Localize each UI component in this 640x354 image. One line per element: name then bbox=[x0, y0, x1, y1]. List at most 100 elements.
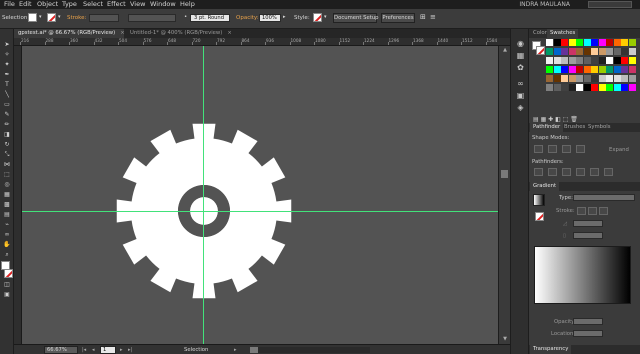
swatch-item[interactable] bbox=[576, 84, 583, 91]
swatch-item[interactable] bbox=[591, 66, 598, 73]
swatch-item[interactable] bbox=[553, 84, 561, 91]
swatch-item[interactable] bbox=[568, 57, 576, 64]
direct-selection-icon[interactable]: ✧ bbox=[2, 51, 12, 59]
swatch-item[interactable] bbox=[576, 66, 583, 73]
scroll-down-icon[interactable]: ▼ bbox=[502, 337, 508, 342]
type-tool-icon[interactable]: T bbox=[2, 81, 12, 89]
swatch-item[interactable] bbox=[583, 57, 591, 64]
swatch-item[interactable] bbox=[591, 39, 598, 46]
panel-stroke-swatch[interactable] bbox=[536, 46, 545, 55]
swatch-panel-icon[interactable]: ▦ bbox=[515, 51, 526, 61]
style-swatch[interactable] bbox=[313, 13, 322, 22]
menu-edit[interactable]: Edit bbox=[19, 0, 32, 9]
next-page-icon[interactable]: ▸ bbox=[120, 346, 123, 354]
align-icon[interactable]: ⊞ bbox=[420, 13, 426, 21]
swatch-item[interactable] bbox=[621, 39, 628, 46]
swatch-item[interactable] bbox=[613, 84, 621, 91]
swatch-item[interactable] bbox=[553, 48, 561, 55]
horizontal-scrollbar[interactable] bbox=[250, 347, 370, 353]
swatch-item[interactable] bbox=[606, 84, 613, 91]
crop-button[interactable] bbox=[576, 168, 585, 176]
rectangle-tool-icon[interactable]: ▭ bbox=[2, 101, 12, 109]
tool-status-label[interactable]: Selection bbox=[184, 346, 208, 354]
zoom-tool-icon[interactable]: ⌕ bbox=[2, 251, 12, 259]
scale-tool-icon[interactable]: ⤡ bbox=[2, 151, 12, 159]
swatch-item[interactable] bbox=[583, 39, 591, 46]
swatch-item[interactable] bbox=[598, 75, 606, 82]
fill-swatch[interactable] bbox=[28, 13, 37, 22]
chevron-down-icon[interactable]: ▾ bbox=[58, 14, 61, 20]
aspect-ratio-input[interactable] bbox=[573, 232, 603, 239]
swatch-item[interactable] bbox=[546, 48, 553, 55]
stroke-swatch[interactable] bbox=[47, 13, 56, 22]
swatch-item[interactable] bbox=[568, 66, 576, 73]
layers-panel-icon[interactable]: ◈ bbox=[515, 103, 526, 113]
swatch-library-icon[interactable]: ▤ ▦ ✚ ◧ ⬚ 🗑 bbox=[533, 116, 578, 123]
brush-dropdown[interactable]: 3 pt. Round bbox=[190, 14, 230, 22]
chevron-right-icon[interactable]: ▸ bbox=[234, 346, 237, 354]
tab-transparency[interactable]: Transparency bbox=[530, 345, 572, 354]
close-icon[interactable]: × bbox=[120, 30, 124, 36]
user-name[interactable]: INDRA MAULANA bbox=[519, 0, 570, 9]
swatch-item[interactable] bbox=[628, 48, 636, 55]
swatch-item[interactable] bbox=[628, 75, 636, 82]
vertical-guide[interactable] bbox=[203, 46, 204, 344]
exclude-button[interactable] bbox=[576, 145, 585, 153]
tab-pathfinder[interactable]: Pathfinder bbox=[530, 123, 564, 132]
swatch-item[interactable] bbox=[606, 66, 613, 73]
menu-select[interactable]: Select bbox=[83, 0, 103, 9]
trim-button[interactable] bbox=[548, 168, 557, 176]
swatch-item[interactable] bbox=[598, 66, 606, 73]
eraser-tool-icon[interactable]: ◨ bbox=[2, 131, 12, 139]
swatch-item[interactable] bbox=[598, 39, 606, 46]
swatch-item[interactable] bbox=[576, 48, 583, 55]
chevron-down-icon[interactable]: ▾ bbox=[324, 14, 327, 20]
rotate-tool-icon[interactable]: ↻ bbox=[2, 141, 12, 149]
menu-view[interactable]: View bbox=[130, 0, 145, 9]
menu-window[interactable]: Window bbox=[150, 0, 176, 9]
free-transform-icon[interactable]: ⬚ bbox=[2, 171, 12, 179]
menu-type[interactable]: Type bbox=[62, 0, 77, 9]
tab-untitled[interactable]: Untitled-1* @ 400% (RGB/Preview) × bbox=[126, 29, 234, 38]
scroll-up-icon[interactable]: ▲ bbox=[502, 48, 508, 53]
gradient-type-dropdown[interactable] bbox=[573, 194, 635, 201]
hand-tool-icon[interactable]: ✋ bbox=[2, 241, 12, 249]
artboard-canvas[interactable] bbox=[22, 46, 498, 344]
color-panel-icon[interactable]: ◉ bbox=[515, 39, 526, 49]
perspective-icon[interactable]: ▦ bbox=[2, 191, 12, 199]
outline-button[interactable] bbox=[590, 168, 599, 176]
menu-file[interactable]: File bbox=[4, 0, 15, 9]
swatch-item[interactable] bbox=[576, 57, 583, 64]
swatch-item[interactable] bbox=[621, 48, 628, 55]
swatch-item[interactable] bbox=[606, 75, 613, 82]
swatch-item[interactable] bbox=[568, 75, 576, 82]
swatch-item[interactable] bbox=[583, 66, 591, 73]
swatch-item[interactable] bbox=[621, 84, 628, 91]
tab-gradient[interactable]: Gradient bbox=[530, 182, 560, 191]
swatch-item[interactable] bbox=[613, 66, 621, 73]
pen-tool-icon[interactable]: ✒ bbox=[2, 71, 12, 79]
swatch-item[interactable] bbox=[598, 57, 606, 64]
vertical-scrollbar[interactable]: ▲ ▼ bbox=[498, 46, 510, 344]
line-tool-icon[interactable]: ╲ bbox=[2, 91, 12, 99]
prev-page-icon[interactable]: ◂ bbox=[92, 346, 95, 354]
merge-button[interactable] bbox=[562, 168, 571, 176]
swatch-item[interactable] bbox=[591, 84, 598, 91]
swatch-item[interactable] bbox=[628, 66, 636, 73]
swatch-item[interactable] bbox=[546, 39, 553, 46]
first-page-icon[interactable]: |◂ bbox=[82, 346, 86, 354]
swatch-item[interactable] bbox=[561, 39, 568, 46]
swatch-item[interactable] bbox=[621, 57, 628, 64]
menu-object[interactable]: Object bbox=[37, 0, 58, 9]
divide-button[interactable] bbox=[534, 168, 543, 176]
swatch-item[interactable] bbox=[553, 57, 561, 64]
selection-tool-icon[interactable]: ➤ bbox=[2, 41, 12, 49]
draw-mode-icon[interactable]: ◫ bbox=[2, 281, 12, 289]
swatch-item[interactable] bbox=[576, 39, 583, 46]
width-tool-icon[interactable]: ⋈ bbox=[2, 161, 12, 169]
pencil-tool-icon[interactable]: ✏ bbox=[2, 121, 12, 129]
links-panel-icon[interactable]: ∞ bbox=[515, 79, 526, 89]
stroke-within-button[interactable] bbox=[577, 207, 586, 215]
horizontal-guide[interactable] bbox=[22, 211, 498, 212]
zoom-dropdown[interactable]: 66.67% bbox=[44, 346, 78, 354]
